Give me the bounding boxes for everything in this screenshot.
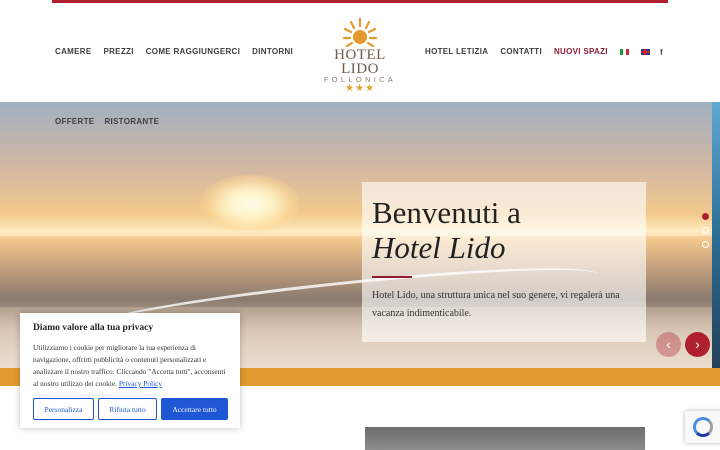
recaptcha-icon	[693, 417, 713, 437]
logo-stars: ★★★	[345, 83, 375, 94]
chevron-left-icon: ‹	[666, 336, 671, 352]
nav-dintorni[interactable]: DINTORNI	[252, 47, 293, 56]
hero-description: Hotel Lido, una struttura unica nel suo …	[372, 290, 620, 319]
cookie-buttons: Personalizza Rifiuta tutto Accettare tut…	[33, 398, 228, 420]
nav-nuovi-spazi[interactable]: NUOVI SPAZI	[554, 47, 608, 56]
slider-dot-3[interactable]	[702, 241, 709, 248]
welcome-panel: Benvenuti a Hotel Lido Hotel Lido, una s…	[362, 182, 646, 342]
facebook-icon[interactable]: f	[660, 48, 663, 57]
slider-dots	[702, 213, 709, 255]
reject-all-button[interactable]: Rifiuta tutto	[98, 398, 157, 420]
hero-title-line1: Benvenuti a	[372, 195, 521, 230]
site-header: CAMERE PREZZI COME RAGGIUNGERCI DINTORNI…	[0, 3, 720, 102]
slider-dot-1[interactable]	[702, 213, 709, 220]
cookie-text: Utilizziamo i cookie per migliorare la t…	[33, 342, 227, 390]
customize-button[interactable]: Personalizza	[33, 398, 94, 420]
accept-all-button[interactable]: Accettare tutto	[161, 398, 228, 420]
nav-prezzi[interactable]: PREZZI	[103, 47, 133, 56]
recaptcha-badge[interactable]	[685, 411, 720, 443]
main-nav-left: CAMERE PREZZI COME RAGGIUNGERCI DINTORNI	[55, 47, 293, 56]
logo-name: HOTEL LIDO	[334, 47, 386, 77]
nav-hotel-letizia[interactable]: HOTEL LETIZIA	[425, 47, 488, 56]
nav-contatti[interactable]: CONTATTI	[500, 47, 542, 56]
hotel-logo[interactable]: HOTEL LIDO FOLLONICA ★★★	[318, 18, 402, 94]
content-image	[365, 427, 645, 450]
cookie-title: Diamo valore alla tua privacy	[33, 323, 154, 333]
hero-title-line2: Hotel Lido	[372, 230, 506, 265]
italian-flag-icon[interactable]	[619, 49, 629, 55]
cookie-consent-panel: Diamo valore alla tua privacy Utilizziam…	[20, 313, 240, 428]
next-slide-peek	[712, 102, 720, 368]
english-flag-icon[interactable]	[640, 49, 650, 55]
slider-dot-2[interactable]	[702, 227, 709, 234]
slider-next-button[interactable]: ›	[685, 332, 710, 357]
title-divider	[372, 276, 412, 278]
chevron-right-icon: ›	[695, 336, 700, 352]
sun-logo-icon	[343, 18, 377, 48]
slider-prev-button[interactable]: ‹	[656, 332, 681, 357]
privacy-policy-link[interactable]: Privacy Policy	[119, 379, 162, 388]
nav-ristorante[interactable]: RISTORANTE	[104, 117, 159, 126]
sun-glow	[200, 174, 300, 234]
nav-offerte[interactable]: OFFERTE	[55, 117, 94, 126]
nav-camere[interactable]: CAMERE	[55, 47, 91, 56]
nav-come-raggiungerci[interactable]: COME RAGGIUNGERCI	[146, 47, 240, 56]
main-nav-right: HOTEL LETIZIA CONTATTI NUOVI SPAZI	[425, 47, 650, 56]
sub-nav: OFFERTE RISTORANTE	[55, 117, 159, 126]
